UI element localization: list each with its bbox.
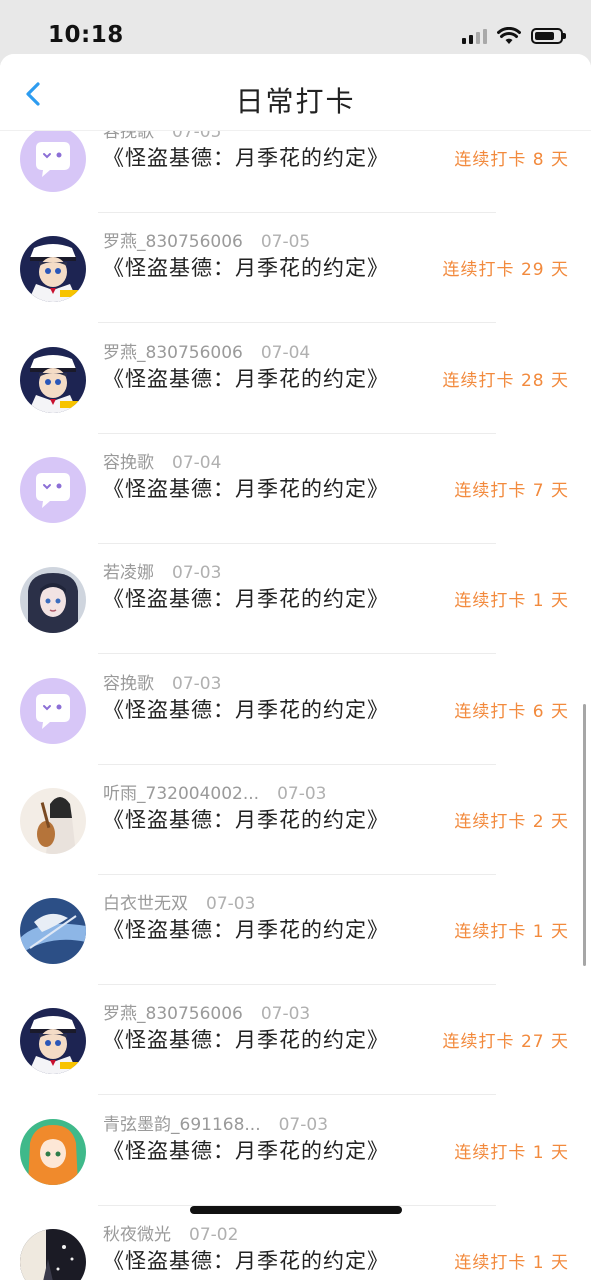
book-title[interactable]: 《怪盗基德：月季花的约定》 bbox=[103, 1245, 389, 1275]
entry-date: 07-03 bbox=[278, 1114, 329, 1135]
kid-avatar bbox=[20, 346, 86, 413]
page-title: 日常打卡 bbox=[235, 85, 356, 118]
entry-meta: 罗燕_830756006 07-04 bbox=[103, 338, 310, 363]
username[interactable]: 容挽歌 bbox=[103, 453, 154, 473]
entry-date: 07-05 bbox=[260, 232, 311, 253]
entry-meta: 若凌娜 07-03 bbox=[103, 558, 221, 583]
username[interactable]: 青弦墨韵_691168... bbox=[103, 1115, 261, 1135]
list-item[interactable]: 容挽歌 07-03 《怪盗基德：月季花的约定》 连续打卡 6 天 bbox=[0, 655, 591, 765]
entry-meta: 秋夜微光 07-02 bbox=[103, 1220, 238, 1245]
entry-date: 07-03 bbox=[206, 894, 256, 915]
anime-girl-avatar bbox=[20, 567, 86, 634]
username[interactable]: 听雨_732004002... bbox=[103, 784, 259, 804]
book-title[interactable]: 《怪盗基德：月季花的约定》 bbox=[103, 363, 389, 393]
streak-label: 连续打卡 2 天 bbox=[454, 811, 569, 832]
streak-label: 连续打卡 8 天 bbox=[454, 150, 569, 170]
entry-date: 07-02 bbox=[189, 1225, 239, 1245]
night-sky-avatar bbox=[20, 1229, 86, 1280]
book-title[interactable]: 《怪盗基德：月季花的约定》 bbox=[103, 804, 389, 834]
cellular-signal-icon bbox=[462, 28, 487, 44]
chat-bubble-avatar bbox=[20, 677, 86, 744]
entry-meta: 青弦墨韵_691168... 07-03 bbox=[103, 1110, 328, 1135]
streak-label: 连续打卡 1 天 bbox=[454, 1142, 569, 1163]
kid-avatar bbox=[20, 236, 86, 303]
avatar[interactable] bbox=[20, 236, 86, 303]
book-title[interactable]: 《怪盗基德：月季花的约定》 bbox=[103, 583, 389, 613]
book-title[interactable]: 《怪盗基德：月季花的约定》 bbox=[103, 1024, 389, 1054]
entry-meta: 罗燕_830756006 07-05 bbox=[103, 227, 310, 252]
book-title[interactable]: 《怪盗基德：月季花的约定》 bbox=[103, 473, 389, 503]
main-sheet: 日常打卡 容挽歌 07-05 《怪盗基德：月季花的约定》 连续打卡 8 天 罗燕… bbox=[0, 54, 591, 1280]
streak-label: 连续打卡 29 天 bbox=[442, 260, 569, 281]
list-item[interactable]: 若凌娜 07-03 《怪盗基德：月季花的约定》 连续打卡 1 天 bbox=[0, 544, 591, 655]
avatar[interactable] bbox=[20, 1118, 86, 1185]
avatar[interactable] bbox=[20, 1008, 86, 1075]
avatar[interactable] bbox=[20, 787, 86, 854]
entry-meta: 容挽歌 07-04 bbox=[103, 448, 221, 473]
username[interactable]: 罗燕_830756006 bbox=[103, 232, 243, 252]
book-title[interactable]: 《怪盗基德：月季花的约定》 bbox=[103, 252, 389, 282]
avatar[interactable] bbox=[20, 898, 86, 965]
streak-label: 连续打卡 6 天 bbox=[454, 701, 569, 722]
username[interactable]: 秋夜微光 bbox=[103, 1225, 171, 1245]
username[interactable]: 若凌娜 bbox=[103, 563, 154, 583]
orange-hair-avatar bbox=[20, 1118, 86, 1185]
avatar[interactable] bbox=[20, 126, 86, 192]
list-item[interactable]: 罗燕_830756006 07-05 《怪盗基德：月季花的约定》 连续打卡 29 … bbox=[0, 213, 591, 324]
list-item[interactable]: 听雨_732004002... 07-03 《怪盗基德：月季花的约定》 连续打卡 … bbox=[0, 765, 591, 875]
username[interactable]: 容挽歌 bbox=[103, 674, 154, 694]
scrollbar[interactable] bbox=[583, 704, 586, 966]
home-indicator[interactable] bbox=[190, 1206, 402, 1214]
avatar[interactable] bbox=[20, 677, 86, 744]
streak-label: 连续打卡 1 天 bbox=[454, 1253, 569, 1273]
nav-bar: 日常打卡 bbox=[0, 54, 591, 131]
entry-date: 07-04 bbox=[260, 342, 311, 363]
streak-label: 连续打卡 1 天 bbox=[454, 922, 569, 943]
status-bar: 10:18 bbox=[0, 0, 591, 56]
streak-label: 连续打卡 27 天 bbox=[442, 1032, 569, 1053]
pipa-girl-avatar bbox=[20, 787, 86, 854]
entry-meta: 听雨_732004002... 07-03 bbox=[103, 779, 326, 804]
entry-meta: 白衣世无双 07-03 bbox=[103, 889, 255, 914]
username[interactable]: 罗燕_830756006 bbox=[103, 343, 243, 363]
avatar[interactable] bbox=[20, 567, 86, 634]
status-icons bbox=[462, 24, 566, 48]
entry-date: 07-03 bbox=[172, 563, 222, 584]
avatar[interactable] bbox=[20, 456, 86, 523]
status-time: 10:18 bbox=[48, 22, 124, 48]
username[interactable]: 罗燕_830756006 bbox=[103, 1004, 243, 1024]
book-title[interactable]: 《怪盗基德：月季花的约定》 bbox=[103, 914, 389, 944]
streak-label: 连续打卡 7 天 bbox=[454, 480, 569, 501]
username[interactable]: 白衣世无双 bbox=[103, 894, 188, 914]
entry-date: 07-03 bbox=[172, 673, 222, 694]
avatar[interactable] bbox=[20, 1229, 86, 1280]
list-item[interactable]: 罗燕_830756006 07-04 《怪盗基德：月季花的约定》 连续打卡 28 … bbox=[0, 324, 591, 434]
book-title[interactable]: 《怪盗基德：月季花的约定》 bbox=[103, 694, 389, 724]
streak-label: 连续打卡 28 天 bbox=[442, 370, 569, 391]
wifi-icon bbox=[497, 27, 521, 44]
list-item[interactable]: 罗燕_830756006 07-03 《怪盗基德：月季花的约定》 连续打卡 27 … bbox=[0, 985, 591, 1096]
book-title[interactable]: 《怪盗基德：月季花的约定》 bbox=[103, 142, 389, 172]
blue-swordsman-avatar bbox=[20, 898, 86, 965]
avatar[interactable] bbox=[20, 346, 86, 413]
list-item[interactable]: 容挽歌 07-04 《怪盗基德：月季花的约定》 连续打卡 7 天 bbox=[0, 434, 591, 544]
list-item[interactable]: 青弦墨韵_691168... 07-03 《怪盗基德：月季花的约定》 连续打卡 1… bbox=[0, 1096, 591, 1206]
entry-date: 07-04 bbox=[172, 452, 222, 473]
chat-bubble-avatar bbox=[20, 456, 86, 523]
kid-avatar bbox=[20, 1008, 86, 1075]
entry-date: 07-03 bbox=[260, 1004, 311, 1025]
list-item[interactable]: 秋夜微光 07-02 《怪盗基德：月季花的约定》 连续打卡 1 天 bbox=[0, 1206, 591, 1280]
book-title[interactable]: 《怪盗基德：月季花的约定》 bbox=[103, 1135, 389, 1165]
battery-icon bbox=[531, 28, 566, 44]
streak-label: 连续打卡 1 天 bbox=[454, 591, 569, 612]
entry-date: 07-03 bbox=[277, 783, 327, 804]
list-item[interactable]: 白衣世无双 07-03 《怪盗基德：月季花的约定》 连续打卡 1 天 bbox=[0, 875, 591, 986]
chat-bubble-avatar bbox=[20, 126, 86, 192]
entry-meta: 容挽歌 07-03 bbox=[103, 669, 221, 694]
entry-meta: 罗燕_830756006 07-03 bbox=[103, 999, 310, 1024]
